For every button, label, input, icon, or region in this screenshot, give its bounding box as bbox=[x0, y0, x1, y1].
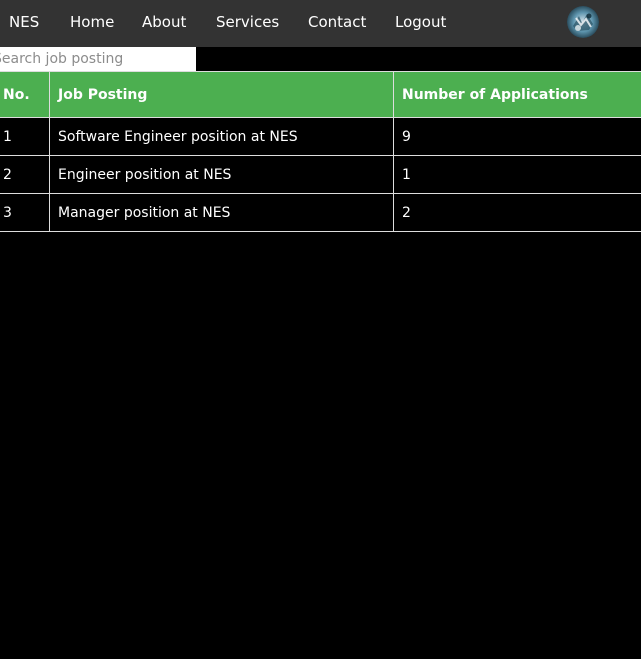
cell-applications: 2 bbox=[393, 193, 641, 232]
cell-job-posting: Software Engineer position at NES bbox=[49, 117, 394, 156]
cell-job-posting: Manager position at NES bbox=[49, 193, 394, 232]
cell-no: 3 bbox=[0, 193, 50, 232]
column-header-job-posting: Job Posting bbox=[49, 71, 394, 118]
column-header-no: No. bbox=[0, 71, 50, 118]
table-row[interactable]: 2 Engineer position at NES 1 bbox=[0, 155, 641, 194]
nav-link-about[interactable]: About bbox=[142, 0, 186, 47]
nav-link-contact[interactable]: Contact bbox=[308, 0, 366, 47]
cell-applications: 1 bbox=[393, 155, 641, 194]
user-avatar-icon[interactable] bbox=[567, 6, 599, 38]
search-input[interactable] bbox=[0, 47, 196, 71]
cell-applications: 9 bbox=[393, 117, 641, 156]
nav-link-logout[interactable]: Logout bbox=[395, 0, 446, 47]
table-row[interactable]: 3 Manager position at NES 2 bbox=[0, 193, 641, 232]
cell-job-posting: Engineer position at NES bbox=[49, 155, 394, 194]
table-row[interactable]: 1 Software Engineer position at NES 9 bbox=[0, 117, 641, 156]
top-navbar: NES Home About Services Contact Logout bbox=[0, 0, 641, 47]
nav-link-home[interactable]: Home bbox=[70, 0, 114, 47]
avatar-image bbox=[567, 6, 599, 38]
nav-link-services[interactable]: Services bbox=[216, 0, 279, 47]
column-header-applications: Number of Applications bbox=[393, 71, 641, 118]
cell-no: 1 bbox=[0, 117, 50, 156]
table-header-row: No. Job Posting Number of Applications bbox=[0, 71, 641, 118]
nav-brand[interactable]: NES bbox=[9, 0, 39, 47]
cell-no: 2 bbox=[0, 155, 50, 194]
job-postings-table: No. Job Posting Number of Applications 1… bbox=[0, 71, 641, 232]
